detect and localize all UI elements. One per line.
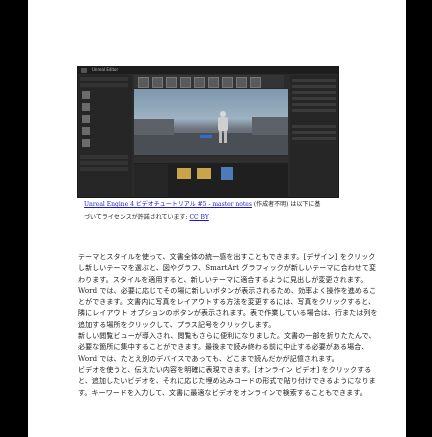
figure-source-link[interactable]: Unreal Engine 4 ビデオチュートリアル #5 - master n… <box>84 201 252 208</box>
modes-panel <box>78 75 132 197</box>
folder-icon <box>197 168 211 179</box>
viewport-wall <box>134 119 174 135</box>
document-page: Unreal Editor Unreal Engine 4 ビデオチュートリアル… <box>28 0 406 437</box>
content-icon <box>166 77 177 88</box>
transform-gizmo <box>200 135 212 138</box>
content-browser-bar <box>134 157 288 163</box>
figure-caption: Unreal Engine 4 ビデオチュートリアル #5 - master n… <box>84 198 324 224</box>
launch-icon <box>250 77 261 88</box>
editor-title: Unreal Editor <box>92 67 119 72</box>
settings-icon <box>194 77 205 88</box>
mode-icon <box>82 103 90 111</box>
editor-viewport <box>134 89 288 155</box>
body-text: テーマとスタイルを使って、文書全体の統一感を出すこともできます。[デザイン] を… <box>78 252 380 399</box>
character-leg <box>219 131 222 143</box>
mode-icon <box>82 127 90 135</box>
paragraph: ビデオを使うと、伝えたい内容を明確に表現できます。[オンライン ビデオ] をクリ… <box>78 365 376 397</box>
marketplace-icon <box>180 77 191 88</box>
mode-icon <box>82 115 90 123</box>
paragraph: 新しい閲覧ビューが導入され、閲覧もさらに便利になりました。文書の一部を折りたたん… <box>78 332 376 363</box>
source-icon <box>152 77 163 88</box>
asset-icon <box>221 167 233 180</box>
character-leg <box>224 131 227 143</box>
editor-screenshot-image: Unreal Editor <box>77 66 339 198</box>
license-link[interactable]: CC BY <box>189 214 208 221</box>
mode-icon <box>82 139 90 147</box>
paragraph: Word では、必要に応じてその場に新しいボタンが表示されるため、効率よく操作を… <box>78 286 378 329</box>
blueprints-icon <box>208 77 219 88</box>
mode-icon <box>82 91 90 99</box>
outliner-panel <box>290 75 338 197</box>
build-icon <box>222 77 233 88</box>
editor-logo-icon <box>81 68 87 73</box>
save-icon <box>138 77 149 88</box>
content-browser-tree <box>134 164 168 197</box>
paragraph: テーマとスタイルを使って、文書全体の統一感を出すこともできます。[デザイン] を… <box>78 253 377 284</box>
play-icon <box>236 77 247 88</box>
character-body <box>218 117 228 131</box>
viewport-wall <box>252 117 288 135</box>
folder-icon <box>177 168 191 179</box>
